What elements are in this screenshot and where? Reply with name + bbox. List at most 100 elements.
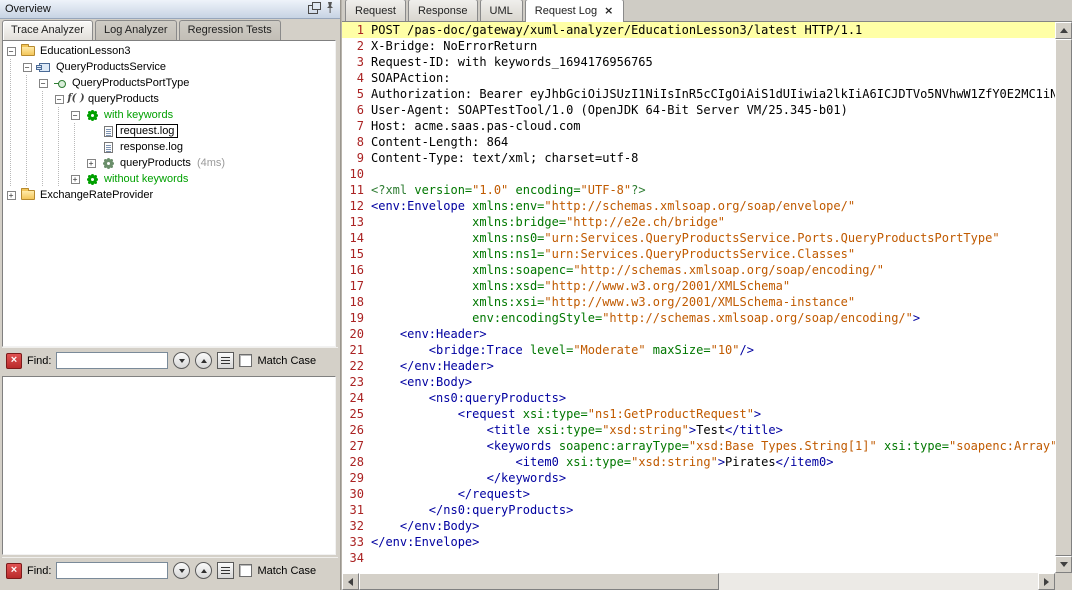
collapse-icon[interactable]: −: [55, 95, 64, 104]
line-content: Host: acme.saas.pas-cloud.com: [371, 118, 1055, 134]
tree-item-label[interactable]: QueryProductsPortType: [69, 77, 192, 89]
tree-item-queryproducts[interactable]: −f( )queryProducts: [3, 91, 335, 107]
line-content: <bridge:Trace level="Moderate" maxSize="…: [371, 342, 1055, 358]
highlight-all-button[interactable]: [217, 352, 234, 369]
collapse-icon[interactable]: −: [39, 79, 48, 88]
horizontal-scroll-thumb[interactable]: [359, 573, 719, 590]
tab-response[interactable]: Response: [408, 0, 478, 21]
find-prev-button[interactable]: [195, 562, 212, 579]
tree-item-queryproducts[interactable]: +queryProducts(4ms): [3, 155, 335, 171]
line-content: Request-ID: with keywords_1694176956765: [371, 54, 1055, 70]
tree-item-label[interactable]: request.log: [117, 125, 177, 137]
toggle-cell: −: [19, 59, 35, 75]
line-content: xmlns:xsi="http://www.w3.org/2001/XMLSch…: [371, 294, 1055, 310]
tree-item-response-log[interactable]: response.log: [3, 139, 335, 155]
chevron-down-icon: [179, 569, 185, 573]
scroll-up-button[interactable]: [1055, 22, 1072, 39]
horizontal-scrollbar[interactable]: [342, 573, 1055, 590]
icon-cell: [19, 187, 37, 203]
line-number: 11: [342, 182, 371, 198]
find-input[interactable]: [56, 562, 168, 579]
line-content: xmlns:bridge="http://e2e.ch/bridge": [371, 214, 1055, 230]
expand-icon[interactable]: +: [87, 159, 96, 168]
tab-request-log[interactable]: Request Log×: [525, 0, 625, 22]
tree-item-label[interactable]: queryProducts: [85, 93, 162, 105]
line-number: 16: [342, 262, 371, 278]
tree-item-exchangerateprovider[interactable]: + ExchangeRateProvider: [3, 187, 335, 203]
line-number: 6: [342, 102, 371, 118]
tab-trace-analyzer[interactable]: Trace Analyzer: [2, 20, 93, 40]
highlight-all-button[interactable]: [217, 562, 234, 579]
tab-log-analyzer[interactable]: Log Analyzer: [95, 20, 177, 40]
tree-guide: [19, 75, 35, 91]
tree-guide: [51, 139, 67, 155]
tree-item-educationlesson3[interactable]: − EducationLesson3: [3, 43, 335, 59]
find-next-button[interactable]: [173, 352, 190, 369]
line-content: <env:Header>: [371, 326, 1055, 342]
collapse-icon[interactable]: −: [71, 111, 80, 120]
scroll-right-button[interactable]: [1038, 573, 1055, 590]
tree-item-label[interactable]: without keywords: [101, 173, 191, 185]
tab-request[interactable]: Request: [345, 0, 406, 21]
line-content: <item0 xsi:type="xsd:string">Pirates</it…: [371, 454, 1055, 470]
tree-item-queryproductsservice[interactable]: − QueryProductsService: [3, 59, 335, 75]
line-content: Content-Length: 864: [371, 134, 1055, 150]
vertical-scroll-thumb[interactable]: [1055, 39, 1072, 556]
toggle-cell: −: [35, 75, 51, 91]
tree-guide: [3, 91, 19, 107]
line-number: 15: [342, 246, 371, 262]
find-input[interactable]: [56, 352, 168, 369]
tree-item-label[interactable]: QueryProductsService: [53, 61, 169, 73]
collapse-icon[interactable]: −: [7, 47, 16, 56]
tree-item-label[interactable]: EducationLesson3: [37, 45, 134, 57]
line-number: 23: [342, 374, 371, 390]
tree-item-request-log[interactable]: request.log: [3, 123, 335, 139]
find-prev-button[interactable]: [195, 352, 212, 369]
match-case-checkbox[interactable]: [239, 564, 252, 577]
arrow-up-icon: [1060, 28, 1068, 33]
code-line: 29 </keywords>: [342, 470, 1055, 486]
pin-icon[interactable]: [325, 1, 335, 17]
find-next-button[interactable]: [173, 562, 190, 579]
close-find-icon[interactable]: [6, 353, 22, 369]
line-number: 24: [342, 390, 371, 406]
tree-guide: [67, 139, 83, 155]
match-case-label: Match Case: [257, 355, 316, 367]
tree-item-label[interactable]: ExchangeRateProvider: [37, 189, 156, 201]
line-number: 25: [342, 406, 371, 422]
tab-uml[interactable]: UML: [480, 0, 523, 21]
code-line: 9Content-Type: text/xml; charset=utf-8: [342, 150, 1055, 166]
close-icon[interactable]: ×: [603, 6, 614, 16]
line-number: 8: [342, 134, 371, 150]
code-editor[interactable]: 1POST /pas-doc/gateway/xuml-analyzer/Edu…: [342, 22, 1055, 573]
tab-regression-tests[interactable]: Regression Tests: [179, 20, 281, 40]
tree-item-with-keywords[interactable]: − with keywords: [3, 107, 335, 123]
close-find-icon[interactable]: [6, 563, 22, 579]
tree-item-queryproductsporttype[interactable]: − QueryProductsPortType: [3, 75, 335, 91]
expand-icon[interactable]: +: [71, 175, 80, 184]
activity-gear-icon: [88, 175, 97, 184]
match-case-checkbox[interactable]: [239, 354, 252, 367]
code-line: 31 </ns0:queryProducts>: [342, 502, 1055, 518]
log-viewer-panel: RequestResponseUMLRequest Log× 1POST /pa…: [342, 0, 1072, 590]
line-content: [371, 550, 1055, 566]
tree-item-without-keywords[interactable]: + without keywords: [3, 171, 335, 187]
chevron-down-icon: [179, 359, 185, 363]
overview-panel: Overview Trace AnalyzerLog AnalyzerRegre…: [0, 0, 340, 590]
vertical-scrollbar[interactable]: [1055, 22, 1072, 573]
line-content: </request>: [371, 486, 1055, 502]
line-content: </keywords>: [371, 470, 1055, 486]
code-line: 19 env:encodingStyle="http://schemas.xml…: [342, 310, 1055, 326]
line-number: 27: [342, 438, 371, 454]
tree-item-label[interactable]: response.log: [117, 141, 186, 153]
tree-item-label[interactable]: with keywords: [101, 109, 176, 121]
code-line: 3Request-ID: with keywords_1694176956765: [342, 54, 1055, 70]
line-number: 29: [342, 470, 371, 486]
match-case-label: Match Case: [257, 565, 316, 577]
collapse-icon[interactable]: −: [23, 63, 32, 72]
tree-item-label[interactable]: queryProducts: [117, 157, 194, 169]
expand-icon[interactable]: +: [7, 191, 16, 200]
scroll-left-button[interactable]: [342, 573, 359, 590]
scroll-down-button[interactable]: [1055, 556, 1072, 573]
float-window-icon[interactable]: [308, 5, 318, 14]
